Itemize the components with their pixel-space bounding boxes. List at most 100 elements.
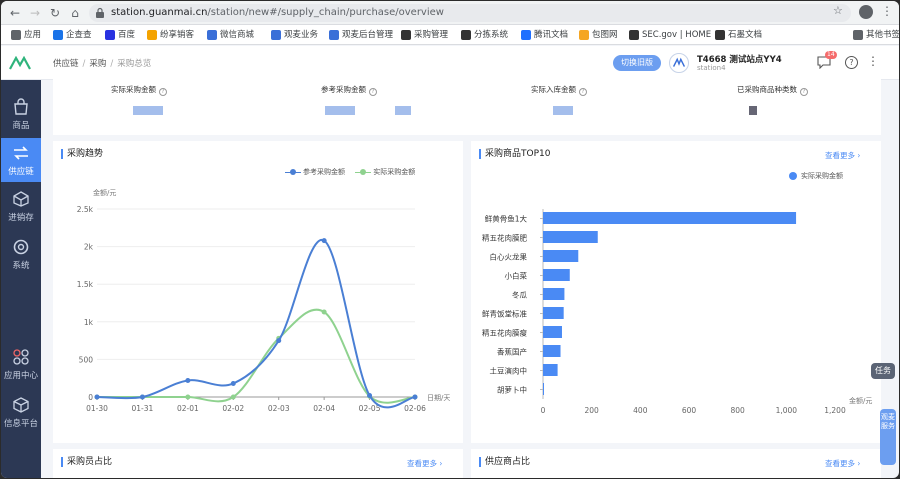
stat-label: 实际采购金额 [111, 85, 156, 94]
task-button[interactable]: 任务 [871, 363, 895, 379]
redacted-value [553, 106, 573, 115]
panel-title: 采购员占比 [61, 457, 112, 467]
bookmark-other[interactable]: 其他书签 [853, 28, 899, 42]
breadcrumb-purchase[interactable]: 采购 [89, 59, 106, 69]
y-tick-label: 土豆演肉中 [490, 366, 528, 376]
bookmark-item[interactable]: 腾讯文档 [521, 28, 568, 42]
sidebar-item-info-platform[interactable]: 信息平台 [1, 390, 41, 434]
bookmark-item[interactable]: SEC.gov | HOME [629, 28, 711, 42]
url-input[interactable]: station.guanmai.cn/station/new#/supply_c… [89, 4, 851, 22]
sidebar-item-goods[interactable]: 商品 [1, 92, 41, 136]
forward-icon[interactable]: → [27, 5, 43, 21]
top10-panel: 采购商品TOP10 查看更多 › 实际采购金额 0 200 400 600 800 1,0… [471, 141, 881, 443]
x-tick-label: 600 [682, 406, 697, 415]
bookmark-favicon-icon [105, 30, 115, 40]
bookmark-item[interactable]: 企查查 [53, 28, 92, 42]
bookmark-favicon-icon [579, 30, 589, 40]
buyer-more-link[interactable]: 查看更多 › [407, 458, 442, 469]
sidebar-item-inventory[interactable]: 进销存 [1, 184, 41, 228]
back-icon[interactable]: ← [7, 5, 23, 21]
station-id: station4 [697, 64, 726, 72]
data-point [321, 238, 327, 244]
sidebar-item-supply-chain[interactable]: 供应链 [1, 138, 41, 182]
address-bar: ← → ↻ ⌂ station.guanmai.cn/station/new#/… [1, 1, 899, 25]
bar [543, 307, 564, 319]
bookmark-favicon-icon [715, 30, 725, 40]
breadcrumb-overview: 采购总览 [117, 59, 152, 69]
x-tick-label: 0 [541, 406, 546, 415]
x-tick-label: 800 [731, 406, 746, 415]
supplier-more-link[interactable]: 查看更多 › [825, 458, 860, 469]
y-tick-label: 白心火龙果 [490, 252, 528, 262]
bookmark-label: 应用 [24, 30, 42, 40]
browser-window: ← → ↻ ⌂ station.guanmai.cn/station/new#/… [1, 1, 899, 478]
bookmark-item[interactable]: 观麦后台管理 [329, 28, 393, 42]
supplier-share-panel: 供应商占比 查看更多 › [471, 449, 881, 478]
sidebar-item-label: 应用中心 [3, 371, 38, 381]
bookmark-item[interactable]: 采购管理 [401, 28, 448, 42]
sidebar-item-label: 信息平台 [3, 419, 38, 429]
sidebar-item-label: 进销存 [8, 213, 34, 223]
data-point [230, 394, 236, 400]
profile-avatar[interactable] [859, 5, 873, 19]
bookmark-item[interactable]: 观麦业务 [271, 28, 318, 42]
x-tick-label: 400 [633, 406, 648, 415]
bookmark-label: 百度 [118, 30, 136, 40]
stat-reference-purchase: 参考采购金额? [321, 84, 377, 96]
question-icon[interactable]: ? [579, 88, 587, 96]
bookmark-item[interactable]: 包图网 [579, 28, 618, 42]
more-icon[interactable]: ⋮ [867, 54, 879, 68]
bookmark-favicon-icon [521, 30, 531, 40]
help-icon[interactable]: ? [845, 56, 858, 69]
y-tick-label: 冬瓜 [512, 290, 527, 300]
swap-icon [14, 146, 28, 160]
bag-icon [14, 98, 28, 115]
bar [543, 364, 558, 376]
reload-icon[interactable]: ↻ [47, 5, 63, 21]
bookmark-label: 纷享销客 [160, 30, 195, 40]
sidebar-item-label: 系统 [12, 261, 30, 271]
panel-title: 供应商占比 [479, 457, 530, 467]
sidebar-item-system[interactable]: 系统 [1, 232, 41, 276]
bar [543, 345, 561, 357]
y-tick-label: 1k [84, 318, 94, 327]
data-point [139, 394, 145, 400]
bookmark-item[interactable]: 石墨文档 [715, 28, 762, 42]
bookmark-item[interactable]: 应用 [11, 28, 41, 42]
bookmark-favicon-icon [207, 30, 217, 40]
y-tick-label: 精五花肉膜瘦 [482, 328, 527, 338]
top10-more-link[interactable]: 查看更多 › [825, 150, 860, 161]
bookmark-label: 微信商城 [220, 30, 255, 40]
purchase-trend-panel: 采购趋势 参考采购金额 实际采购金额 金额/元 0 500 1k 1.5k 2k 2.5k 0… [53, 141, 463, 443]
bookmark-item[interactable]: 微信商城 [207, 28, 254, 42]
data-point [230, 380, 236, 386]
more-link-label: 查看更多 [407, 459, 437, 468]
apps-icon [13, 349, 29, 365]
switch-old-version-button[interactable]: 切换旧版 [613, 55, 661, 71]
question-icon[interactable]: ? [369, 88, 377, 96]
bookmark-favicon-icon [271, 30, 281, 40]
question-icon[interactable]: ? [159, 88, 167, 96]
bookmark-item[interactable]: 分拣系统 [461, 28, 508, 42]
browser-menu-icon[interactable]: ⋮ [881, 4, 893, 18]
bookmark-favicon-icon [629, 30, 639, 40]
y-tick-label: 香蕉国产 [497, 347, 527, 357]
question-icon[interactable]: ? [800, 88, 808, 96]
service-button[interactable]: 观麦服务 [880, 409, 896, 465]
bookmark-item[interactable]: 百度 [105, 28, 135, 42]
bookmark-star-icon[interactable]: ☆ [833, 4, 843, 17]
sidebar-item-app-center[interactable]: 应用中心 [1, 342, 41, 386]
folder-icon [853, 30, 863, 40]
bookmark-favicon-icon [147, 30, 157, 40]
data-point [185, 394, 191, 400]
station-switcher[interactable]: T4668 测试站点YY4 station4 [669, 51, 809, 75]
x-tick-label: 1,000 [776, 406, 798, 415]
trend-chart: 金额/元 0 500 1k 1.5k 2k 2.5k 01-30 01-31 02-01 02-02… [77, 188, 451, 413]
data-point [367, 392, 373, 398]
bookmark-item[interactable]: 纷享销客 [147, 28, 194, 42]
url-host: station.guanmai.cn [111, 7, 208, 18]
x-axis-unit: 日期/天 [427, 394, 450, 402]
home-icon[interactable]: ⌂ [67, 5, 83, 21]
breadcrumb-supply[interactable]: 供应链 [53, 59, 79, 69]
x-axis-unit: 金额/元 [849, 396, 872, 405]
